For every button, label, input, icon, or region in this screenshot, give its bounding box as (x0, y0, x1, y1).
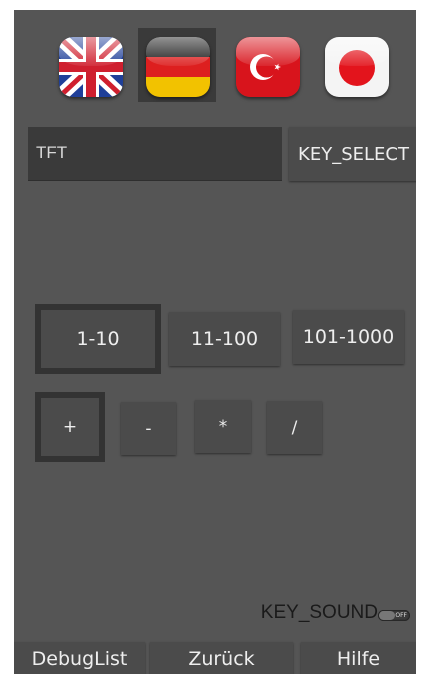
help-button[interactable]: Hilfe (301, 642, 416, 674)
app-screen: TFT KEY_SELECT 1-10 11-100 101-1000 + - … (14, 10, 416, 674)
operator-plus-button[interactable]: + (35, 392, 105, 462)
range-button-101-1000[interactable]: 101-1000 (293, 310, 404, 364)
back-button[interactable]: Zurück (150, 642, 293, 674)
toggle-knob (379, 611, 395, 620)
key-sound-toggle[interactable]: OFF (378, 610, 410, 621)
key-sound-label: KEY_SOUND (260, 602, 378, 623)
turkey-flag-icon (236, 37, 300, 97)
debuglist-button[interactable]: DebugList (14, 642, 145, 674)
uk-flag-icon (59, 37, 123, 97)
language-option-de[interactable] (138, 28, 216, 102)
germany-flag-icon (146, 37, 210, 97)
language-option-en[interactable] (51, 28, 129, 102)
language-option-tr[interactable] (228, 28, 306, 102)
operator-minus-button[interactable]: - (121, 402, 176, 455)
range-button-1-10[interactable]: 1-10 (35, 304, 161, 374)
tft-text-field[interactable]: TFT (28, 127, 282, 181)
language-option-ja[interactable] (317, 28, 395, 102)
range-button-11-100[interactable]: 11-100 (169, 312, 280, 366)
toggle-state-text: OFF (395, 612, 407, 619)
operator-multiply-button[interactable]: * (195, 400, 251, 453)
japan-flag-icon (325, 37, 389, 97)
tft-field-value: TFT (36, 143, 68, 162)
key-select-button[interactable]: KEY_SELECT (289, 127, 416, 181)
operator-divide-button[interactable]: / (267, 401, 322, 454)
